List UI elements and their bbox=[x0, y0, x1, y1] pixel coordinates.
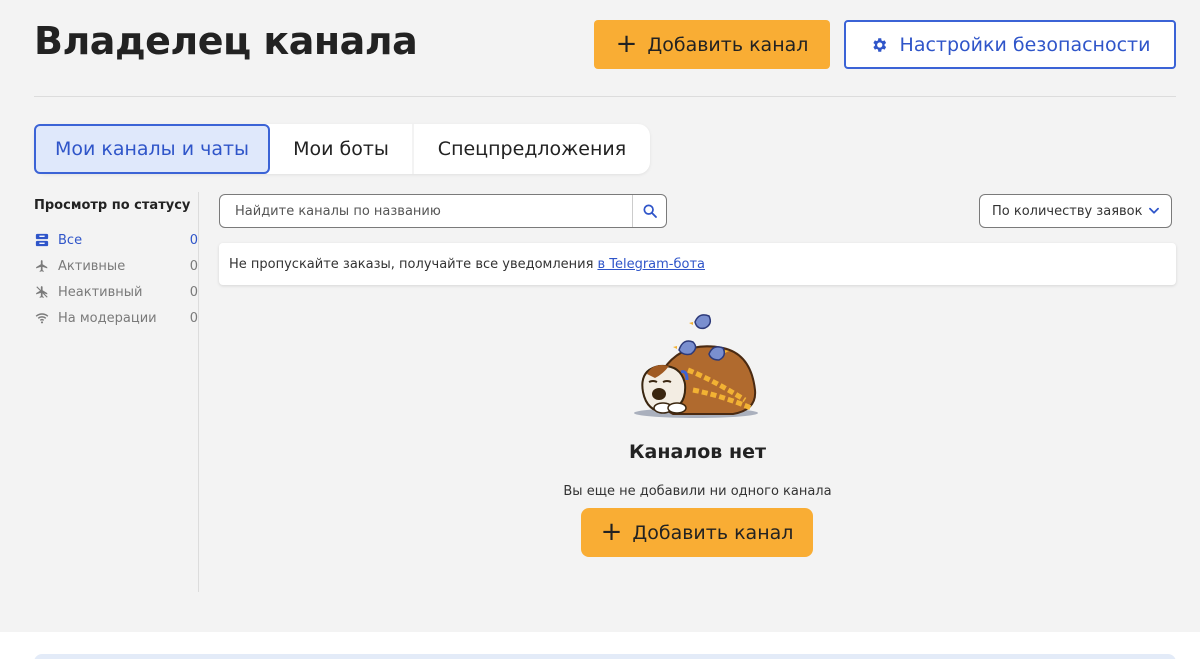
status-label: Активные bbox=[58, 258, 126, 274]
empty-add-channel-label: Добавить канал bbox=[632, 521, 794, 544]
status-label: Неактивный bbox=[58, 284, 143, 300]
sort-selected-label: По количеству заявок bbox=[992, 203, 1143, 219]
telegram-bot-link[interactable]: в Telegram-бота bbox=[597, 257, 705, 272]
plus-icon: + bbox=[615, 28, 638, 59]
search-icon bbox=[642, 204, 657, 218]
add-channel-label: Добавить канал bbox=[647, 33, 809, 56]
airplane-off-icon bbox=[34, 284, 50, 300]
empty-state-description: Вы еще не добавили ни одного канала bbox=[563, 484, 832, 499]
status-item-inactive[interactable]: Неактивный 0 bbox=[34, 279, 198, 305]
tab-my-channels[interactable]: Мои каналы и чаты bbox=[34, 124, 270, 174]
search-button[interactable] bbox=[632, 195, 666, 227]
page-header: Владелец канала + Добавить канал Настрой… bbox=[34, 0, 1176, 96]
status-item-active[interactable]: Активные 0 bbox=[34, 253, 198, 279]
sleeping-dog-illustration bbox=[634, 314, 758, 418]
empty-state: Каналов нет Вы еще не добавили ни одного… bbox=[219, 300, 1176, 570]
status-sidebar: Просмотр по статусу Все 0 Активные 0 Неа… bbox=[34, 192, 198, 592]
page-title: Владелец канала bbox=[34, 19, 418, 63]
status-label: На модерации bbox=[58, 310, 157, 326]
tabs-bar: Мои каналы и чаты Мои боты Спецпредложен… bbox=[34, 124, 650, 174]
empty-state-title: Каналов нет bbox=[629, 441, 766, 463]
security-settings-button[interactable]: Настройки безопасности bbox=[844, 20, 1176, 69]
wifi-icon bbox=[34, 310, 50, 326]
notice-text: Не пропускайте заказы, получайте все уве… bbox=[229, 256, 594, 272]
status-label: Все bbox=[58, 232, 83, 248]
sidebar-divider bbox=[198, 192, 199, 592]
status-item-moderation[interactable]: На модерации 0 bbox=[34, 305, 198, 331]
status-count: 0 bbox=[189, 232, 198, 248]
plus-icon: + bbox=[600, 516, 623, 547]
airplane-icon bbox=[34, 258, 50, 274]
search-input[interactable] bbox=[220, 195, 632, 227]
status-count: 0 bbox=[189, 258, 198, 274]
add-channel-button[interactable]: + Добавить канал bbox=[594, 20, 830, 69]
status-count: 0 bbox=[189, 310, 198, 326]
inbox-icon bbox=[34, 232, 50, 248]
chevron-down-icon bbox=[1149, 207, 1159, 214]
status-item-all[interactable]: Все 0 bbox=[34, 227, 198, 253]
tab-special-offers[interactable]: Спецпредложения bbox=[414, 124, 650, 174]
tab-my-bots[interactable]: Мои боты bbox=[270, 124, 414, 174]
telegram-notice: Не пропускайте заказы, получайте все уве… bbox=[219, 243, 1176, 285]
footer-panel bbox=[34, 654, 1176, 659]
sort-select[interactable]: По количеству заявок bbox=[979, 194, 1172, 228]
status-count: 0 bbox=[189, 284, 198, 300]
channel-search bbox=[219, 194, 667, 228]
empty-add-channel-button[interactable]: + Добавить канал bbox=[581, 508, 813, 557]
security-settings-label: Настройки безопасности bbox=[899, 33, 1151, 56]
gear-icon bbox=[872, 37, 886, 52]
sidebar-title: Просмотр по статусу bbox=[34, 198, 191, 213]
header-divider bbox=[34, 96, 1176, 97]
